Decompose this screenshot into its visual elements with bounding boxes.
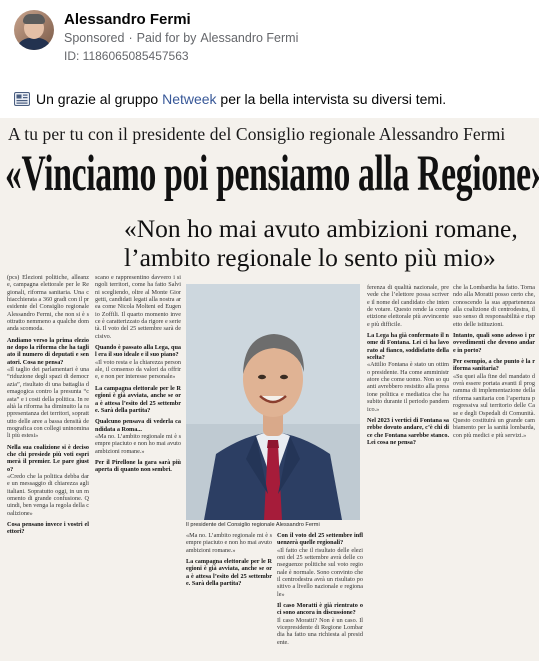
column-question: Intanto, quali sono adesso i provvedimen… <box>453 332 535 354</box>
column-question: Cosa pensano invece i vostri elettori? <box>7 521 89 536</box>
article-column-3: Con il voto del 25 settembre influenzerà… <box>277 532 363 659</box>
column-question: La campagna elettorale per le Regioni è … <box>95 384 181 414</box>
caption-text-before: Un grazie al gruppo <box>36 91 163 107</box>
portrait-illustration <box>186 284 360 520</box>
column-question: La campagna elettorale per le Regioni è … <box>186 558 272 588</box>
sponsored-label: Sponsored <box>64 31 125 45</box>
author-avatar[interactable] <box>14 10 54 50</box>
newspaper-icon <box>14 92 30 106</box>
column-text: «Ma no. L’ambito regionale mi è sempre p… <box>186 532 272 554</box>
netweek-link[interactable]: Netweek <box>162 91 216 107</box>
article-column-5: che la Lombardia ha fatto. Tornando alla… <box>453 284 535 659</box>
paid-for-by-name[interactable]: Alessandro Fermi <box>200 29 298 47</box>
column-question: Quando è passato alla Lega, qual era il … <box>95 344 181 359</box>
post-header-text: Alessandro Fermi Sponsored · Paid for by… <box>64 10 298 72</box>
paid-for-by-label: Paid for by <box>136 31 197 45</box>
post-header: Alessandro Fermi Sponsored · Paid for by… <box>14 10 525 72</box>
column-text: «Il fatto che il risultato delle elezion… <box>277 546 363 598</box>
column-question: Con il voto del 25 settembre influenzerà… <box>277 532 363 547</box>
author-name[interactable]: Alessandro Fermi <box>64 11 298 29</box>
column-text: «Credo che la politica debba dare un mes… <box>7 472 89 517</box>
article-kicker: A tu per tu con il presidente del Consig… <box>8 124 506 144</box>
column-text: «Il taglio dei parlamentari è una “riduz… <box>7 366 89 440</box>
column-text: che la Lombardia ha fatto. Tornando alla… <box>453 284 535 328</box>
article-column-4: ferenza di qualità nazionale, prevede ch… <box>367 284 449 659</box>
column-text: «Attilio Fontana è stato un ottimo presi… <box>367 361 449 413</box>
column-text: «Su quei alla fine del mandato dovrà ess… <box>453 372 535 439</box>
column-question: La Lega ha già confermato il nome di Fon… <box>367 332 449 362</box>
column-question: Per il Pirellone la gara sarà più aperta… <box>95 458 181 474</box>
ad-id: ID: 1186065085457563 <box>64 49 189 63</box>
post-caption: Un grazie al gruppo Netweek per la bella… <box>14 90 529 108</box>
article-headline: «Vinciamo poi pensiamo alla Regione» <box>5 146 539 202</box>
caption-text: Un grazie al gruppo Netweek per la bella… <box>36 90 446 108</box>
column-question: Nel 2023 i vertici di Fontana sarebbe do… <box>367 416 449 446</box>
column-text: Il caso Moratti? Non è un caso. Il vicep… <box>277 616 363 646</box>
article-column-1: (pcs) Elezioni politiche, alleanze, camp… <box>7 274 89 659</box>
column-text: ferenza di qualità nazionale, prevede ch… <box>367 284 449 328</box>
column-text: scano e rappresentino davvero i singoli … <box>95 274 181 340</box>
column-text: (pcs) Elezioni politiche, alleanze, camp… <box>7 274 89 333</box>
column-question: Nella sua coalizione si è deciso che chi… <box>7 443 89 473</box>
column-question: Andiamo verso la prima elezione dopo la … <box>7 336 89 366</box>
sponsored-line: Sponsored · Paid for by Alessandro Fermi <box>64 29 298 47</box>
article-image[interactable]: A tu per tu con il presidente del Consig… <box>0 118 539 661</box>
separator-dot: · <box>128 31 133 45</box>
article-subhead: «Non ho mai avuto ambizioni romane, l’am… <box>124 214 518 272</box>
column-question: Il caso Moratti è già rientrato o ci son… <box>277 602 363 617</box>
column-question: Qualcuno pensava di vederla candidata a … <box>95 418 181 433</box>
photo-caption: Il presidente del Consiglio regionale Al… <box>186 522 320 528</box>
column-text: «Ma no. L’ambito regionale mi è sempre p… <box>95 432 181 455</box>
column-question: Per esempio, a che punto è la riforma sa… <box>453 358 535 373</box>
article-column-2b: «Ma no. L’ambito regionale mi è sempre p… <box>186 532 272 659</box>
fermi-photo <box>186 284 360 520</box>
article-column-2: scano e rappresentino davvero i singoli … <box>95 274 181 659</box>
column-text: «Il voto resta e la chiarezza personale,… <box>95 358 181 381</box>
caption-text-after: per la bella intervista su diversi temi. <box>216 91 447 107</box>
